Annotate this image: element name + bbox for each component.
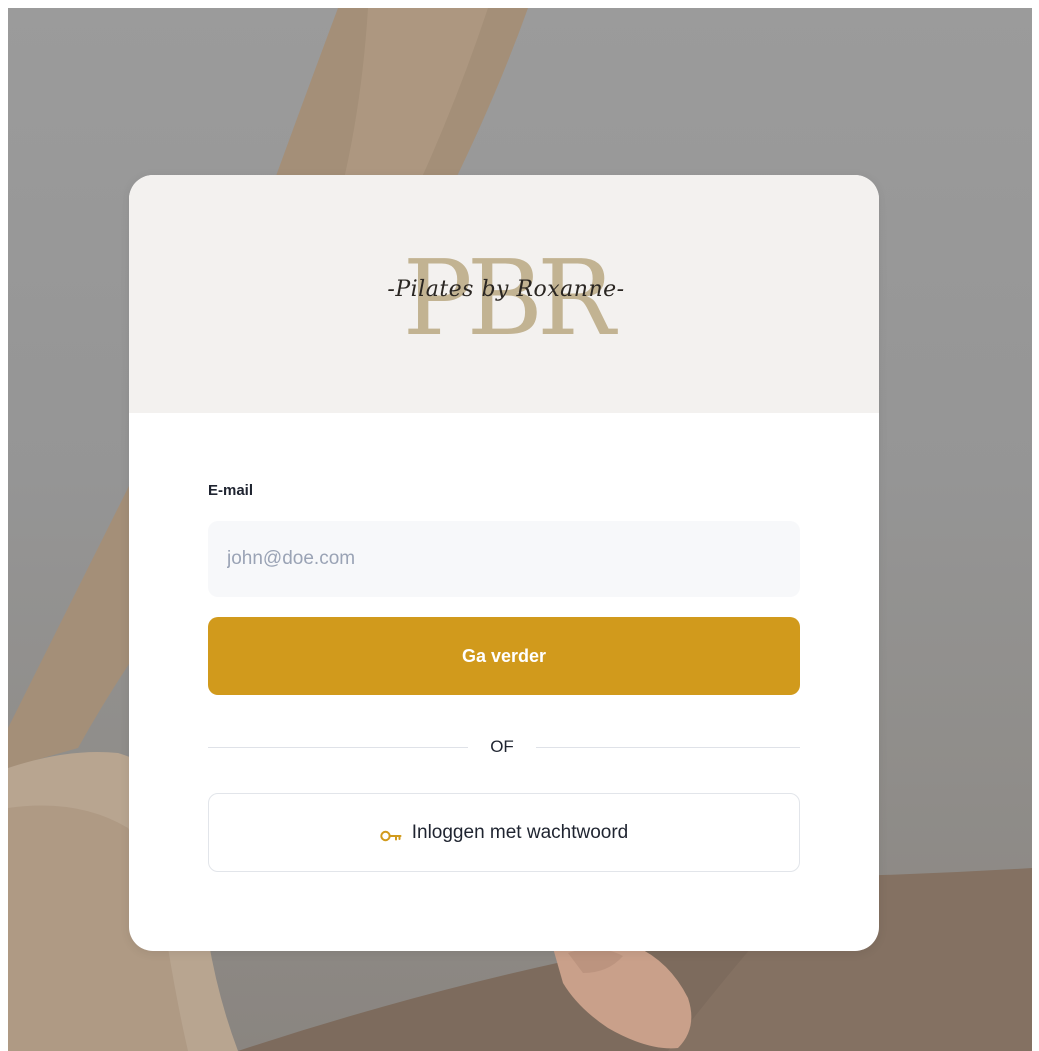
continue-button[interactable]: Ga verder [208,617,800,695]
or-divider: OF [208,735,800,759]
login-page: PBR -Pilates by Roxanne- E-mail Ga verde… [0,0,1039,1051]
divider-text: OF [490,737,514,756]
password-login-label: Inloggen met wachtwoord [411,821,629,843]
key-icon [380,827,402,841]
divider-line-left [208,747,468,748]
email-label: E-mail [208,482,254,499]
brand-logo: PBR -Pilates by Roxanne- [376,233,636,363]
logo-script: -Pilates by Roxanne- [387,277,625,302]
password-login-button[interactable]: Inloggen met wachtwoord [208,793,800,872]
login-card: PBR -Pilates by Roxanne- E-mail Ga verde… [129,175,879,951]
card-header: PBR -Pilates by Roxanne- [129,175,879,413]
divider-line-right [536,747,800,748]
email-input[interactable] [208,521,800,597]
